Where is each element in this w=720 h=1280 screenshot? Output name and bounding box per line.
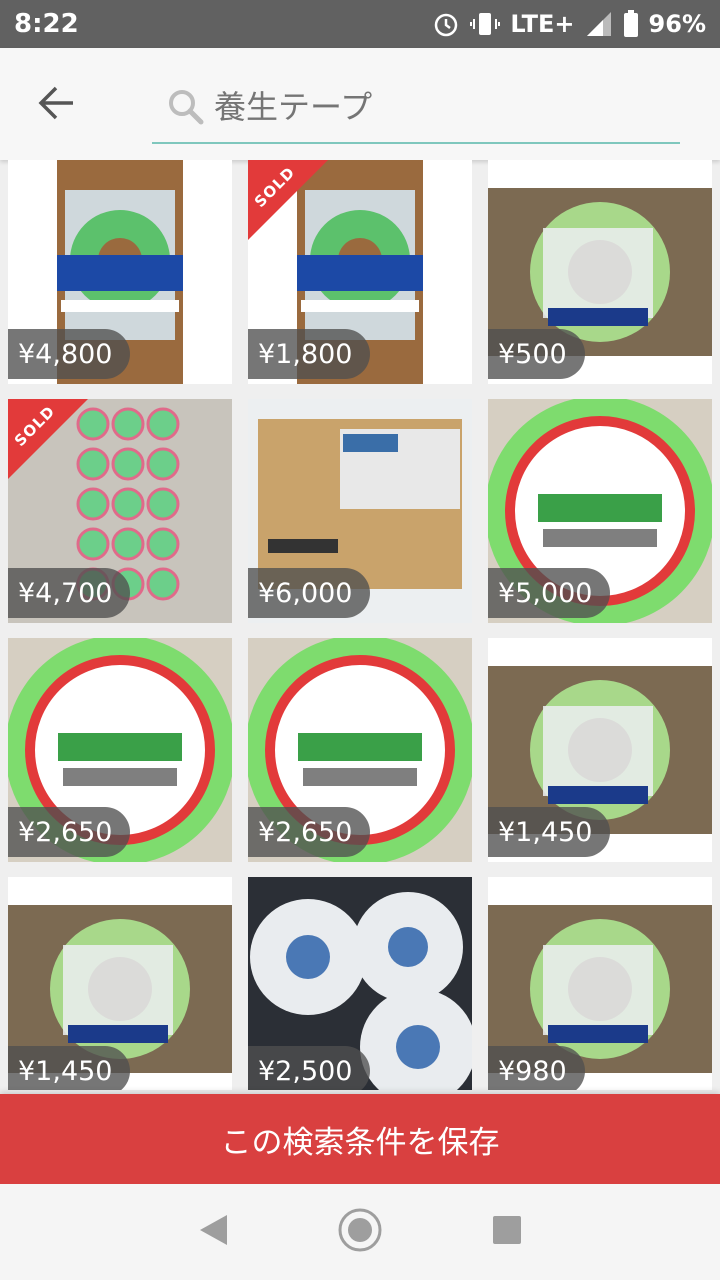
listing-card[interactable]: ¥5,000 [488, 399, 712, 623]
battery-percent: 96% [648, 10, 706, 38]
alarm-icon [432, 10, 460, 38]
price-tag: ¥2,650 [248, 807, 371, 857]
price-tag: ¥500 [488, 329, 585, 379]
search-input[interactable] [214, 88, 654, 126]
price-tag: ¥6,000 [248, 568, 371, 618]
price-tag: ¥1,800 [248, 329, 371, 379]
listing-card[interactable]: ¥980 [488, 877, 712, 1090]
arrow-left-icon [36, 85, 76, 125]
price-tag: ¥4,700 [8, 568, 131, 618]
triangle-back-icon [197, 1213, 229, 1251]
listing-card[interactable]: ¥500 [488, 160, 712, 384]
listing-card[interactable]: ¥1,450 [488, 638, 712, 862]
save-search-button[interactable]: この検索条件を保存 [0, 1094, 720, 1184]
price-tag: ¥1,450 [8, 1046, 131, 1090]
price-tag: ¥4,800 [8, 329, 131, 379]
back-button[interactable] [26, 80, 86, 130]
status-icons: LTE+ 96% [432, 10, 706, 38]
listing-card[interactable]: SOLD ¥1,800 [248, 160, 472, 384]
nav-back-button[interactable] [183, 1202, 243, 1262]
nav-home-button[interactable] [330, 1202, 390, 1262]
price-tag: ¥1,450 [488, 807, 611, 857]
price-tag: ¥980 [488, 1046, 585, 1090]
price-tag: ¥2,500 [248, 1046, 371, 1090]
listing-card[interactable]: SOLD ¥4,700 [8, 399, 232, 623]
status-time: 8:22 [14, 9, 79, 39]
listing-grid: ¥4,800 SOLD ¥1,800 ¥500 SOLD ¥4,700 ¥6,0… [0, 160, 720, 1090]
price-tag: ¥5,000 [488, 568, 611, 618]
status-bar: 8:22 LTE+ 96% [0, 0, 720, 48]
listing-card[interactable]: ¥2,650 [8, 638, 232, 862]
listing-card[interactable]: ¥4,800 [8, 160, 232, 384]
signal-icon [585, 10, 613, 38]
search-icon [164, 85, 208, 129]
listing-card[interactable]: ¥1,450 [8, 877, 232, 1090]
listing-card[interactable]: ¥6,000 [248, 399, 472, 623]
search-header [0, 48, 720, 160]
vibrate-icon [470, 10, 501, 38]
battery-icon [623, 10, 639, 38]
square-recents-icon [491, 1214, 523, 1250]
network-label: LTE+ [510, 10, 575, 38]
search-bar[interactable] [152, 72, 680, 144]
listing-card[interactable]: ¥2,500 [248, 877, 472, 1090]
nav-recents-button[interactable] [477, 1202, 537, 1262]
circle-home-icon [337, 1207, 383, 1257]
price-tag: ¥2,650 [8, 807, 131, 857]
system-nav-bar [0, 1184, 720, 1280]
listing-card[interactable]: ¥2,650 [248, 638, 472, 862]
